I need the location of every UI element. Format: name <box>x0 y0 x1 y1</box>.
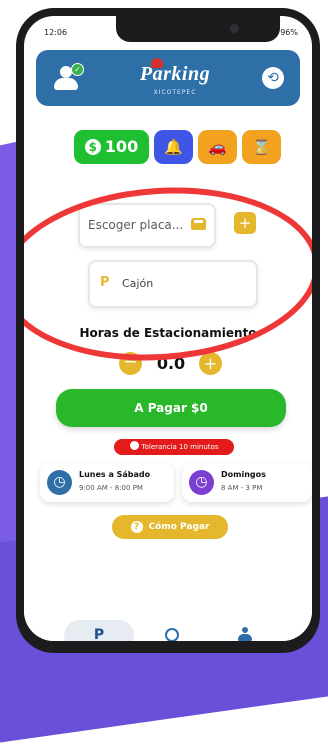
timer-icon <box>129 441 139 450</box>
verified-check-icon: ✓ <box>71 63 84 76</box>
increase-hours-button[interactable]: + <box>199 352 222 375</box>
balance-button[interactable]: $100 <box>74 130 149 164</box>
vehicles-button[interactable]: 🚗 <box>198 130 237 164</box>
profile-avatar[interactable]: ✓ <box>54 63 84 90</box>
camera-icon <box>230 24 239 33</box>
tolerance-badge: Tolerancia 10 minutos <box>114 439 234 455</box>
how-to-pay-button[interactable]: ? Cómo Pagar <box>112 515 228 539</box>
schedule-hours: 8 AM - 3 PM <box>221 484 263 492</box>
balance-value: 100 <box>104 137 139 156</box>
car-icon: 🚗 <box>208 138 227 156</box>
timer-button[interactable]: ⌛ <box>242 130 281 164</box>
highlight-annotation <box>24 177 312 371</box>
battery-level: 96% <box>280 28 298 37</box>
dollar-icon: $ <box>84 139 101 155</box>
search-location-icon[interactable] <box>165 628 179 641</box>
schedule-days: Lunes a Sábado <box>79 470 151 479</box>
clock-icon: ◷ <box>47 470 72 495</box>
nav-parking-tab[interactable]: P <box>64 620 134 641</box>
nav-profile-icon[interactable] <box>238 627 252 641</box>
how-to-pay-label: Cómo Pagar <box>148 522 210 532</box>
tolerance-text: Tolerancia 10 minutos <box>141 443 219 451</box>
schedule-weekdays: ◷ Lunes a Sábado 9:00 AM - 8:00 PM <box>40 463 174 502</box>
question-icon: ? <box>130 521 143 533</box>
status-time: 12:06 <box>44 28 68 37</box>
schedule-sundays: ◷ Domingos 8 AM - 3 PM <box>182 463 312 502</box>
hourglass-icon: ⌛ <box>252 138 271 156</box>
app-logo: Parking XICOTEPEC <box>130 58 220 100</box>
schedule-hours: 9:00 AM - 8:00 PM <box>79 484 143 492</box>
history-icon[interactable]: ⟲ <box>262 67 284 89</box>
notifications-button[interactable]: 🔔 <box>154 130 193 164</box>
camera-notch <box>116 16 280 42</box>
clock-icon: ◷ <box>189 470 214 495</box>
bell-icon: 🔔 <box>164 138 183 156</box>
bottom-nav: P <box>24 608 312 641</box>
logo-subtitle: XICOTEPEC <box>153 89 197 96</box>
app-screen: 12:06 96% ✓ Parking XICOTEPEC ⟲ $100 🔔 🚗… <box>24 16 312 641</box>
app-header: ✓ Parking XICOTEPEC ⟲ <box>36 50 300 106</box>
schedule-days: Domingos <box>221 470 266 479</box>
pay-button[interactable]: A Pagar $0 <box>56 389 286 427</box>
logo-word: Parking <box>139 63 211 85</box>
